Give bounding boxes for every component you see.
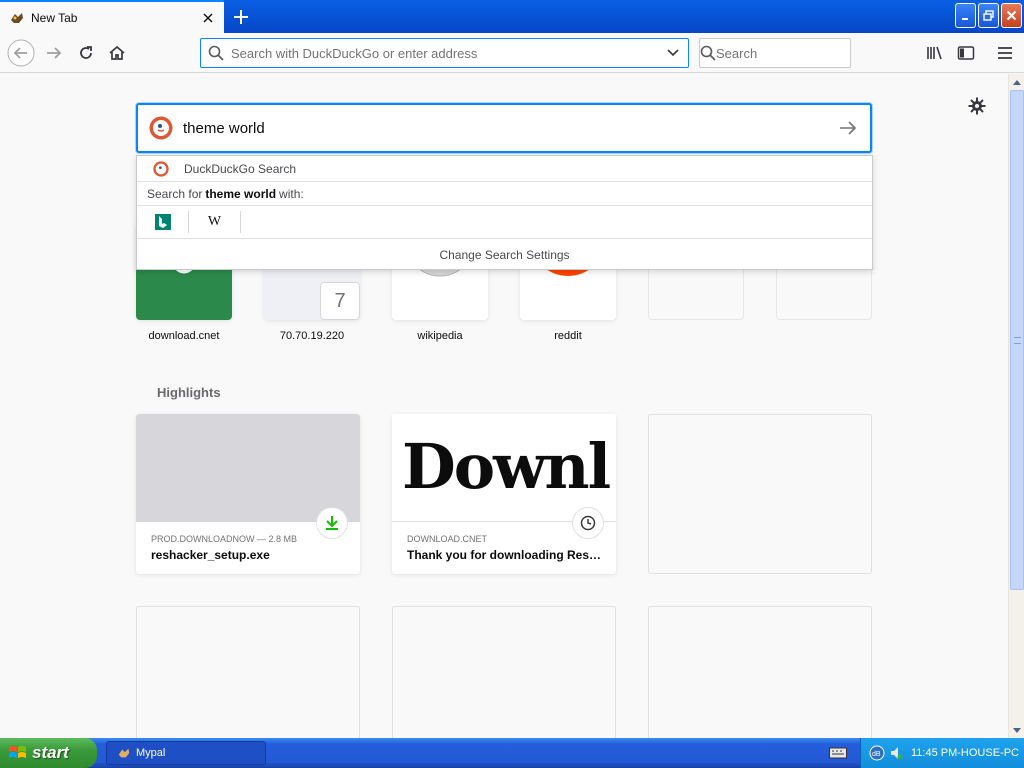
tab-close-icon[interactable] <box>196 6 220 30</box>
tab-title: New Tab <box>31 10 78 25</box>
tab-new-tab[interactable]: New Tab <box>0 0 224 33</box>
chevron-down-icon[interactable] <box>658 39 688 67</box>
library-button[interactable] <box>920 37 950 69</box>
mypal-favicon-icon <box>118 748 130 758</box>
reload-button[interactable] <box>71 37 101 69</box>
forward-arrow-icon <box>47 47 62 59</box>
new-tab-page: DuckDuckGo Search Search for theme world… <box>0 74 1008 738</box>
card-title: Thank you for downloading Reso... <box>407 548 607 562</box>
reload-icon <box>80 46 92 59</box>
speaker-icon[interactable] <box>889 745 903 761</box>
taskbar-item-mypal[interactable]: Mypal <box>106 741 266 765</box>
gear-icon[interactable] <box>965 94 989 118</box>
topsite-label: wikipedia <box>417 330 463 342</box>
vertical-scrollbar[interactable] <box>1008 74 1024 738</box>
card-image-text: Downl <box>402 430 611 503</box>
taskbar-item-label: Mypal <box>136 747 166 759</box>
engine-bing-button[interactable] <box>137 211 189 233</box>
search-go-arrow-icon[interactable] <box>826 121 870 135</box>
title-bar: New Tab <box>0 0 1024 33</box>
scroll-up-arrow-icon[interactable] <box>1010 74 1024 89</box>
topsite-label: 70.70.19.220 <box>279 330 345 342</box>
menu-button[interactable] <box>990 37 1020 69</box>
system-tray: dB 11:45 PM-HOUSE-PC <box>860 738 1024 768</box>
close-window-button[interactable] <box>1001 3 1022 28</box>
highlights-heading: Highlights <box>157 385 221 400</box>
back-arrow-icon <box>7 39 35 67</box>
sidebar-icon <box>957 46 975 60</box>
url-input[interactable] <box>231 45 658 61</box>
highlight-placeholder <box>648 414 872 574</box>
navigation-toolbar <box>0 33 1024 73</box>
newtab-search-input[interactable] <box>183 119 826 137</box>
scrollbar-thumb[interactable] <box>1010 90 1024 590</box>
card-thumbnail: Downl <box>392 414 616 539</box>
search-for-prefix: Search for <box>147 186 203 201</box>
newtab-search-box[interactable] <box>136 103 872 153</box>
back-button[interactable] <box>6 37 36 69</box>
library-icon <box>927 46 942 60</box>
start-label: start <box>32 743 69 762</box>
clock-icon <box>572 507 604 539</box>
search-icon <box>201 45 231 61</box>
card-thumbnail <box>136 414 360 539</box>
start-button[interactable]: start <box>0 738 97 768</box>
hamburger-menu-icon <box>998 47 1012 59</box>
svg-text:dB: dB <box>872 751 881 758</box>
windows-taskbar: start Mypal dB 11:45 PM-HOUSE-PC <box>0 738 1024 768</box>
scroll-down-arrow-icon[interactable] <box>1010 723 1024 738</box>
card-title: reshacker_setup.exe <box>151 548 270 562</box>
topsite-label: reddit <box>554 330 582 342</box>
keyboard-icon[interactable] <box>829 746 847 760</box>
restore-button[interactable] <box>978 3 999 28</box>
highlight-placeholder <box>136 606 360 738</box>
search-icon <box>700 45 716 61</box>
search-for-row: Search for theme world with: <box>137 182 872 206</box>
search-suggestions-dropdown: DuckDuckGo Search Search for theme world… <box>136 155 873 270</box>
clock: 11:45 PM-HOUSE-PC <box>911 747 1019 759</box>
search-input[interactable] <box>716 45 892 61</box>
home-icon <box>109 45 125 60</box>
search-for-suffix: with: <box>279 186 304 201</box>
duckduckgo-logo-icon <box>149 116 173 140</box>
change-search-settings-button[interactable]: Change Search Settings <box>137 239 872 270</box>
mypal-favicon-icon <box>11 12 23 23</box>
minimize-button[interactable] <box>955 3 976 28</box>
search-for-query: theme world <box>205 186 277 201</box>
download-icon <box>316 507 348 539</box>
topsite-badge: 7 <box>320 282 360 320</box>
forward-button[interactable] <box>39 37 69 69</box>
wikipedia-w-icon: W <box>207 214 222 229</box>
highlight-placeholder <box>648 606 872 738</box>
highlight-card[interactable]: Downl DOWNLOAD.CNET Thank you for downlo… <box>392 414 616 574</box>
window-controls <box>955 3 1022 28</box>
highlight-placeholder <box>392 606 616 738</box>
home-button[interactable] <box>102 37 132 69</box>
bing-icon <box>154 214 171 230</box>
duckduckgo-logo-icon <box>153 160 169 177</box>
network-icon[interactable]: dB <box>869 745 885 761</box>
search-bar[interactable] <box>699 38 892 68</box>
url-bar[interactable] <box>200 38 689 68</box>
highlight-card[interactable]: PROD.DOWNLOADNOW — 2.8 MB reshacker_setu… <box>136 414 360 574</box>
sidebar-toggle-button[interactable] <box>951 37 981 69</box>
one-off-engines-row: W <box>137 206 872 239</box>
topsite-label: download.cnet <box>148 330 220 342</box>
duckduckgo-search-row[interactable]: DuckDuckGo Search <box>137 156 872 182</box>
engine-wikipedia-button[interactable]: W <box>189 211 241 233</box>
duckduckgo-search-label: DuckDuckGo Search <box>184 161 297 176</box>
new-tab-plus-icon[interactable] <box>228 4 254 30</box>
windows-logo-icon <box>9 746 26 758</box>
